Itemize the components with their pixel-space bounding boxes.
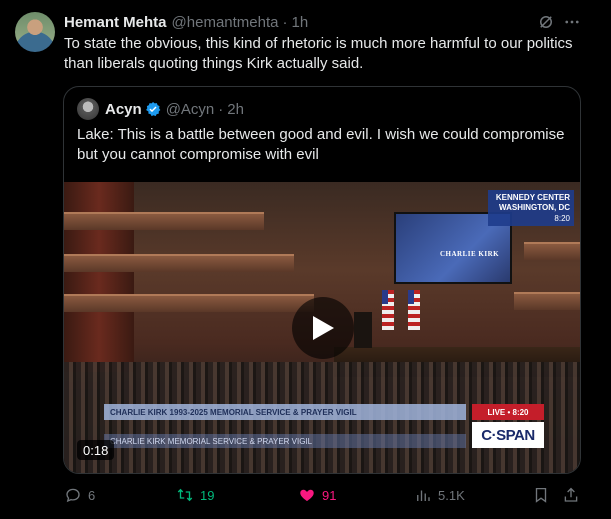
- balcony-tier: [64, 294, 314, 312]
- flag-canton: [408, 290, 414, 304]
- heart-icon: [300, 489, 314, 501]
- balcony-tier: [64, 212, 264, 230]
- like-button[interactable]: 91: [298, 484, 336, 506]
- like-count: 91: [322, 487, 337, 503]
- views-button[interactable]: 5.1K: [414, 484, 465, 506]
- share-button[interactable]: [562, 484, 580, 506]
- video-duration: 0:18: [77, 440, 115, 460]
- location-line-2: WASHINGTON, DC: [499, 203, 570, 212]
- bookmark-icon: [535, 487, 547, 503]
- quote-header: Acyn @Acyn · 2h: [77, 98, 244, 120]
- action-bar: 6 19 91 5.1K: [64, 484, 584, 506]
- video-player[interactable]: CHARLIE KIRK KENNEDY CENTER WASHINGTON, …: [64, 182, 580, 473]
- tweet[interactable]: Hemant Mehta @hemantmehta · 1h To state …: [0, 0, 611, 519]
- quote-timestamp[interactable]: 2h: [227, 101, 244, 118]
- share-icon: [564, 487, 578, 502]
- repost-icon: [177, 488, 193, 502]
- play-icon: [313, 316, 334, 340]
- balcony-tier: [524, 242, 580, 260]
- podium: [354, 312, 372, 348]
- quoted-tweet[interactable]: Acyn @Acyn · 2h Lake: This is a battle b…: [63, 86, 581, 474]
- reply-button[interactable]: 6: [64, 484, 95, 506]
- repost-button[interactable]: 19: [176, 484, 214, 506]
- quote-text: Lake: This is a battle between good and …: [77, 126, 565, 163]
- quote-author-handle[interactable]: @Acyn: [166, 101, 215, 118]
- tweet-text: To state the obvious, this kind of rheto…: [64, 35, 573, 72]
- balcony-tier: [64, 254, 294, 272]
- location-line-1: KENNEDY CENTER: [495, 193, 570, 202]
- play-button[interactable]: [292, 297, 354, 359]
- balcony-tier: [514, 292, 580, 310]
- flag-canton: [382, 290, 388, 304]
- lower-third-ticker: CHARLIE KIRK MEMORIAL SERVICE & PRAYER V…: [104, 434, 466, 448]
- repost-count: 19: [200, 487, 215, 503]
- stage-screen-text: CHARLIE KIRK: [440, 250, 500, 258]
- reply-count: 6: [88, 487, 96, 503]
- more-options-icon[interactable]: [562, 12, 582, 32]
- quote-separator: ·: [218, 100, 224, 118]
- timestamp[interactable]: 1h: [291, 14, 308, 31]
- separator: ·: [282, 13, 288, 31]
- quote-avatar[interactable]: [77, 98, 99, 120]
- author-handle[interactable]: @hemantmehta: [172, 14, 279, 31]
- analytics-icon: [417, 490, 430, 501]
- author-name[interactable]: Hemant Mehta: [64, 14, 167, 31]
- tweet-header: Hemant Mehta @hemantmehta · 1h: [64, 12, 308, 32]
- reply-icon: [66, 488, 80, 503]
- avatar[interactable]: [15, 12, 55, 52]
- lower-third-banner: CHARLIE KIRK 1993-2025 MEMORIAL SERVICE …: [104, 404, 466, 420]
- live-badge: LIVE • 8:20: [472, 404, 544, 420]
- grok-icon[interactable]: [536, 12, 556, 32]
- bookmark-button[interactable]: [532, 484, 550, 506]
- quote-author-name[interactable]: Acyn: [105, 101, 142, 118]
- left-balcony-wall: [64, 182, 134, 372]
- location-graphic: KENNEDY CENTER WASHINGTON, DC 8:20: [488, 190, 574, 226]
- verified-badge-icon: [145, 101, 161, 117]
- network-logo: C·SPAN: [472, 422, 544, 448]
- view-count: 5.1K: [438, 487, 465, 503]
- clock-readout: 8:20: [554, 214, 570, 223]
